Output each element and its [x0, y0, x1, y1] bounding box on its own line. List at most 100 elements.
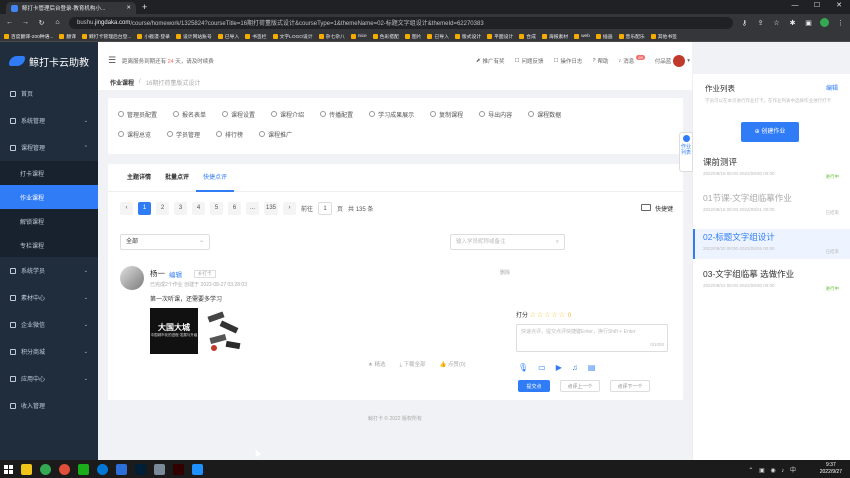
photoshop-icon[interactable]: [135, 463, 146, 475]
bookmark-item[interactable]: 杂七杂八: [318, 33, 345, 40]
file-explorer-icon[interactable]: [21, 463, 32, 475]
bookmark-item[interactable]: 插画: [595, 33, 613, 40]
page-number[interactable]: 2: [156, 202, 169, 215]
illustrator-icon[interactable]: [173, 463, 184, 475]
submit-comment-button[interactable]: 提交点评: [518, 380, 550, 402]
image-icon[interactable]: ▭: [538, 363, 546, 372]
status-select[interactable]: 全部: [120, 234, 210, 250]
maximize-icon[interactable]: ☐: [806, 0, 828, 12]
file-icon[interactable]: ▤: [588, 363, 596, 372]
homework-item[interactable]: 课前测评 2022/08/16 08:00-2022/09/30 00:00 进行中: [693, 154, 850, 184]
sidebar-item[interactable]: 首页: [0, 80, 98, 107]
sidebar-item[interactable]: 积分商城 ⌄: [0, 338, 98, 365]
app-logo[interactable]: 鲸打卡云助教: [0, 42, 98, 80]
bookmark-item[interactable]: 已导入: [217, 33, 239, 40]
windows-start-icon[interactable]: [4, 464, 13, 474]
bookmark-star-icon[interactable]: ☆: [772, 19, 781, 27]
download-all-button[interactable]: ⤓ 下载全部: [399, 360, 425, 369]
sidebar-subitem[interactable]: 专栏课程: [0, 233, 98, 257]
page-number[interactable]: 135: [264, 202, 279, 215]
sidebar-item[interactable]: 企业微信 ⌄: [0, 311, 98, 338]
course-menu-item[interactable]: 复制课程: [430, 110, 463, 119]
ime-indicator[interactable]: 中: [790, 468, 798, 474]
bookmark-item[interactable]: 书签栏: [245, 33, 267, 40]
sidebar-item[interactable]: 素材中心 ⌄: [0, 284, 98, 311]
tab-item[interactable]: 批量点评: [158, 164, 196, 192]
collapse-panel-tab[interactable]: 作业列表: [679, 132, 693, 172]
goto-page-input[interactable]: 1: [318, 202, 333, 215]
create-homework-button[interactable]: ⊕ 创建作业: [741, 122, 799, 142]
tab-item[interactable]: 快捷点评: [196, 164, 235, 192]
url-input[interactable]: bushu. jingdaka.com/course/homework/13258…: [69, 16, 733, 29]
course-menu-item[interactable]: 管理员配置: [118, 110, 157, 119]
profile-avatar[interactable]: [820, 18, 829, 27]
bookmark-item[interactable]: nice: [350, 33, 367, 39]
course-menu-item[interactable]: 学员管理: [167, 130, 200, 139]
prev-comment-button[interactable]: 点评上一个: [560, 380, 600, 392]
notepad-icon[interactable]: [154, 463, 165, 475]
star-rating[interactable]: ☆☆☆☆☆: [530, 312, 566, 319]
homework-item[interactable]: 02-标题文字组设计 2022/08/20 08:00-2022/09/26 00…: [693, 229, 850, 259]
course-menu-item[interactable]: 导出内容: [479, 110, 512, 119]
music-icon[interactable]: ♫: [572, 363, 578, 372]
sidebar-subitem[interactable]: 作业课程: [0, 185, 98, 209]
feedback-link[interactable]: ☐ 问题反馈: [515, 57, 544, 65]
bookmark-item[interactable]: 文字LOGO设计: [272, 33, 313, 40]
log-link[interactable]: ☐ 操作日志: [553, 57, 582, 65]
homework-item[interactable]: 03-文字组临摹 选做作业 2022/08/22 08:00-2022/09/30…: [693, 266, 850, 296]
submission-image-1[interactable]: 大国大城 中国城市化的进程·发展与升级: [150, 308, 198, 354]
bookmark-item[interactable]: 色彩搭配: [372, 33, 399, 40]
bookmark-item[interactable]: web: [574, 33, 590, 39]
chrome-icon[interactable]: [40, 463, 51, 475]
forward-icon[interactable]: →: [21, 19, 30, 26]
home-icon[interactable]: ⌂: [53, 19, 62, 26]
like-button[interactable]: 👍 点赞(0): [439, 360, 465, 369]
extensions-icon[interactable]: ✱: [788, 19, 797, 27]
close-tab-icon[interactable]: ✕: [126, 5, 131, 11]
sidebar-subitem[interactable]: 打卡课程: [0, 161, 98, 185]
delete-link[interactable]: 删除: [500, 269, 510, 276]
bookmark-item[interactable]: 版式设计: [454, 33, 481, 40]
bookmark-item[interactable]: 图片: [404, 33, 421, 40]
bookmark-item[interactable]: 合成: [519, 33, 536, 40]
browser-tab[interactable]: 鲸打卡管理后台登录-教育机构小... ✕: [6, 2, 136, 14]
homework-item[interactable]: 01节课-文字组临摹作业 2022/08/16 08:00-2022/09/21 …: [693, 190, 850, 220]
bookmark-item[interactable]: 百度翻译-200种语...: [4, 33, 53, 40]
edge-icon[interactable]: [97, 463, 108, 475]
next-page-icon[interactable]: ›: [283, 202, 297, 215]
sidebar-subitem[interactable]: 解锁课程: [0, 209, 98, 233]
panel-edit-link[interactable]: 编辑: [826, 83, 838, 92]
sidebar-item[interactable]: 系统管理 ⌄: [0, 107, 98, 134]
page-number[interactable]: 3: [174, 202, 187, 215]
share-icon[interactable]: ⇪: [756, 19, 765, 27]
page-number[interactable]: 1: [138, 202, 151, 215]
sidebar-item[interactable]: 系统学员 ⌄: [0, 257, 98, 284]
sidebar-item[interactable]: 课程管理 ⌃: [0, 134, 98, 161]
video-icon[interactable]: ▶: [556, 363, 562, 372]
promo-link[interactable]: ⬈ 推广有奖: [476, 57, 505, 65]
course-menu-item[interactable]: 课程设置: [222, 110, 255, 119]
sidebar-item[interactable]: 应用中心 ⌄: [0, 365, 98, 392]
clock[interactable]: 9:37 2022/9/27: [820, 462, 842, 476]
browser-menu-icon[interactable]: ⋮: [836, 19, 845, 27]
tab-item[interactable]: 主题详情: [120, 164, 158, 192]
search-icon[interactable]: ⌕: [556, 235, 559, 249]
page-number[interactable]: 4: [192, 202, 205, 215]
messages-link[interactable]: ♪ 消息 99: [619, 54, 645, 65]
breadcrumb-root[interactable]: 作业课程: [110, 78, 134, 87]
bookmark-item[interactable]: 海报素材: [541, 33, 568, 40]
app2-icon[interactable]: [116, 463, 127, 475]
sidebar-item[interactable]: 收入管理: [0, 392, 98, 419]
app-icon[interactable]: [59, 463, 70, 475]
bookmark-item[interactable]: 音乐配乐: [618, 33, 645, 40]
feature-button[interactable]: ★ 精选: [368, 360, 385, 369]
bookmark-item[interactable]: 其他书签: [650, 33, 677, 40]
submission-image-2[interactable]: [204, 310, 246, 354]
bookmark-item[interactable]: 设计网站账号: [175, 33, 212, 40]
edit-link[interactable]: 编辑: [169, 269, 182, 279]
course-menu-item[interactable]: 传播配置: [320, 110, 353, 119]
prev-page-icon[interactable]: ‹: [120, 202, 133, 215]
course-menu-item[interactable]: 排行榜: [216, 130, 243, 139]
back-icon[interactable]: ←: [5, 19, 14, 26]
course-menu-item[interactable]: 课程推广: [259, 130, 292, 139]
